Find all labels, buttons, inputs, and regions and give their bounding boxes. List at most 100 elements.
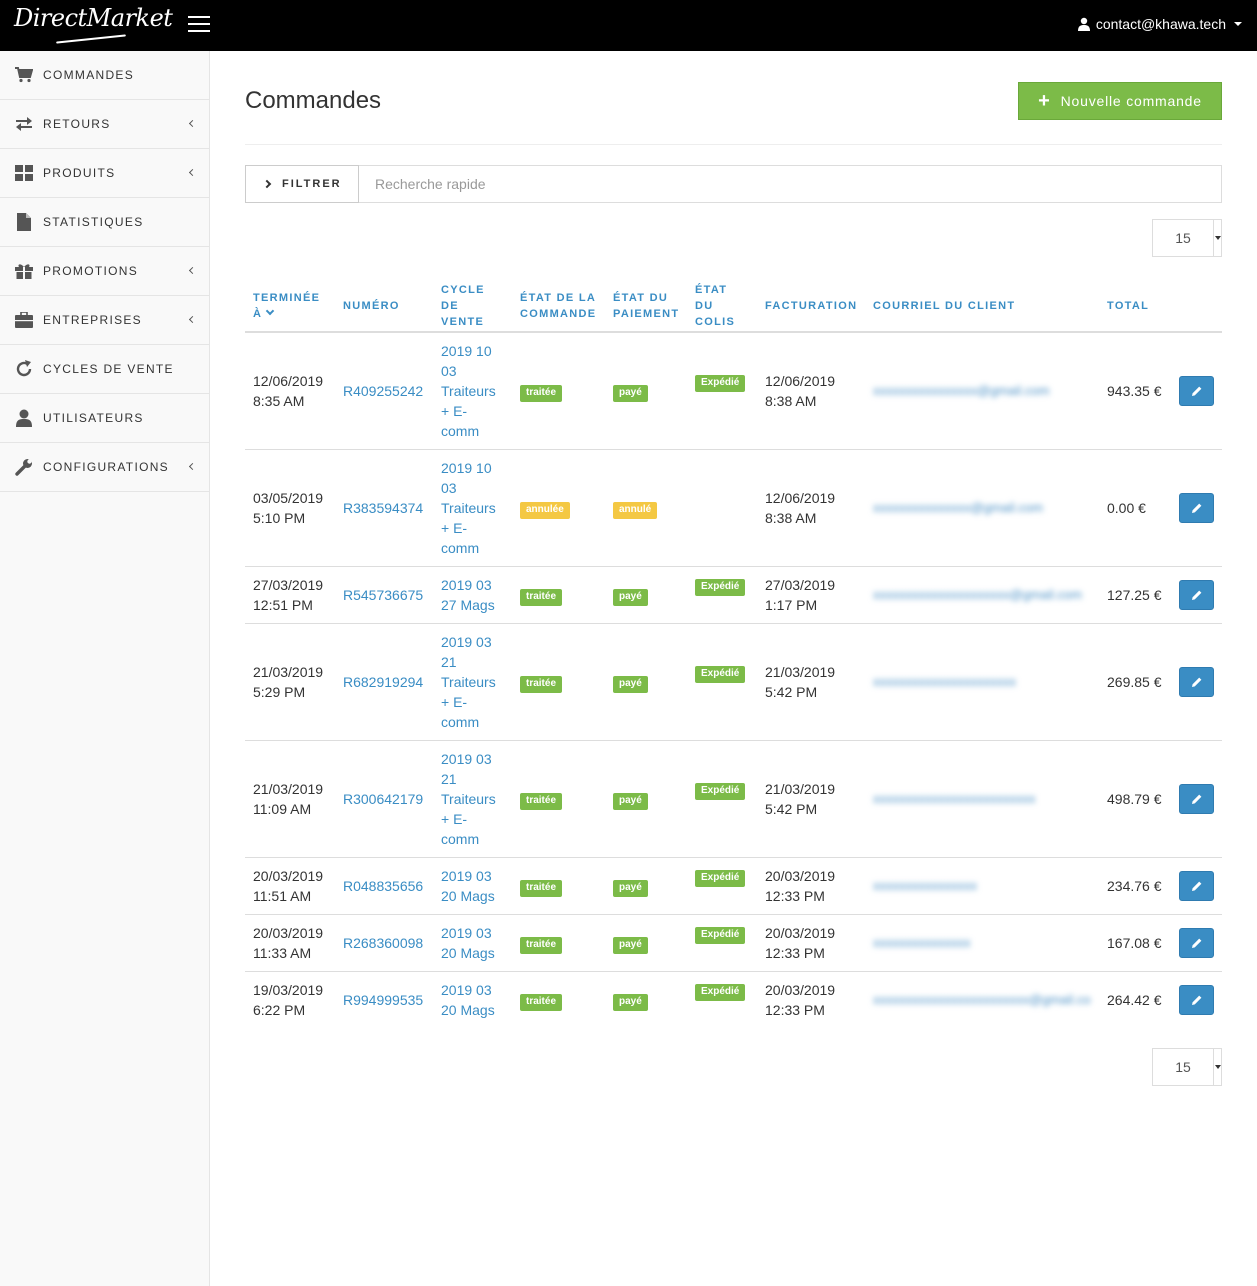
date-text: 19/03/2019 bbox=[253, 981, 324, 998]
cell-courriel: xxxxxxxxxxxxxxxx bbox=[865, 857, 1099, 915]
payment-badge: payé bbox=[613, 993, 648, 1011]
date-text: 27/03/2019 bbox=[253, 576, 324, 593]
cycle-link[interactable]: 2019 03 20 Mags bbox=[441, 982, 495, 1018]
col-header-etat-commande[interactable]: ÉTAT DE LA COMMANDE bbox=[512, 281, 605, 333]
filter-button[interactable]: FILTRER bbox=[245, 165, 359, 203]
status-badge: traitée bbox=[520, 879, 563, 897]
col-header-numero[interactable]: NUMÉRO bbox=[335, 281, 433, 333]
cell-cycle: 2019 10 03 Traiteurs + E-comm bbox=[433, 449, 512, 567]
order-number-link[interactable]: R048835656 bbox=[343, 878, 423, 894]
order-number-link[interactable]: R994999535 bbox=[343, 992, 423, 1008]
order-number-link[interactable]: R268360098 bbox=[343, 935, 423, 951]
col-header-courriel[interactable]: COURRIEL DU CLIENT bbox=[865, 281, 1099, 333]
sidebar-item-label: RETOURS bbox=[43, 117, 111, 131]
edit-button[interactable] bbox=[1179, 984, 1214, 1015]
order-number-link[interactable]: R383594374 bbox=[343, 500, 423, 516]
cell-numero: R383594374 bbox=[335, 449, 433, 567]
table-row[interactable]: 03/05/2019 5:10 PM R383594374 2019 10 03 … bbox=[245, 449, 1222, 567]
edit-button[interactable] bbox=[1179, 492, 1214, 523]
table-row[interactable]: 27/03/2019 12:51 PM R545736675 2019 03 27… bbox=[245, 566, 1222, 624]
time-text: 6:22 PM bbox=[253, 1001, 306, 1018]
col-header-terminee[interactable]: TERMINÉE À bbox=[245, 281, 335, 333]
sidebar-item-promotions[interactable]: PROMOTIONS bbox=[0, 247, 209, 296]
cell-actions bbox=[1171, 971, 1222, 1028]
brand-logo[interactable]: DirectMarket bbox=[14, 4, 173, 32]
cell-etat-paiement: payé bbox=[605, 740, 687, 858]
cycle-link[interactable]: 2019 10 03 Traiteurs + E-comm bbox=[441, 343, 496, 439]
user-icon bbox=[1077, 17, 1090, 31]
sidebar-item-label: PROMOTIONS bbox=[43, 264, 139, 278]
cell-actions bbox=[1171, 857, 1222, 915]
page-size-select[interactable]: 15 bbox=[1152, 219, 1222, 257]
cycle-link[interactable]: 2019 03 21 Traiteurs + E-comm bbox=[441, 634, 496, 730]
date-text: 27/03/2019 bbox=[765, 576, 836, 593]
edit-button[interactable] bbox=[1179, 579, 1214, 610]
new-order-button[interactable]: + Nouvelle commande bbox=[1018, 82, 1222, 120]
edit-button[interactable] bbox=[1179, 783, 1214, 814]
order-number-link[interactable]: R409255242 bbox=[343, 383, 423, 399]
order-number-link[interactable]: R682919294 bbox=[343, 674, 423, 690]
cycle-link[interactable]: 2019 10 03 Traiteurs + E-comm bbox=[441, 460, 496, 556]
col-header-facturation[interactable]: FACTURATION bbox=[757, 281, 865, 333]
sidebar-item-cycles-de-vente[interactable]: CYCLES DE VENTE bbox=[0, 345, 209, 394]
grid-icon bbox=[14, 163, 34, 183]
page-size-select-bottom[interactable]: 15 bbox=[1152, 1048, 1222, 1086]
sidebar-item-utilisateurs[interactable]: UTILISATEURS bbox=[0, 394, 209, 443]
cart-icon bbox=[14, 65, 34, 85]
sidebar-item-label: CONFIGURATIONS bbox=[43, 460, 169, 474]
col-header-etat-paiement[interactable]: ÉTAT DU PAIEMENT bbox=[605, 281, 687, 333]
wrench-icon bbox=[14, 457, 34, 477]
cell-etat-commande: traitée bbox=[512, 740, 605, 858]
cell-etat-commande: traitée bbox=[512, 971, 605, 1028]
logo-swoosh bbox=[56, 34, 126, 44]
cycle-link[interactable]: 2019 03 27 Mags bbox=[441, 577, 495, 613]
table-row[interactable]: 12/06/2019 8:35 AM R409255242 2019 10 03 … bbox=[245, 332, 1222, 450]
cell-total: 0.00 € bbox=[1099, 449, 1171, 567]
edit-button[interactable] bbox=[1179, 927, 1214, 958]
cycle-link[interactable]: 2019 03 20 Mags bbox=[441, 925, 495, 961]
date-text: 12/06/2019 bbox=[765, 489, 836, 506]
col-header-etat-colis[interactable]: ÉTAT DU COLIS bbox=[687, 281, 757, 333]
sidebar-item-entreprises[interactable]: ENTREPRISES bbox=[0, 296, 209, 345]
table-row[interactable]: 19/03/2019 6:22 PM R994999535 2019 03 20 … bbox=[245, 971, 1222, 1028]
page-title: Commandes bbox=[245, 87, 382, 114]
table-row[interactable]: 21/03/2019 5:29 PM R682919294 2019 03 21 … bbox=[245, 623, 1222, 741]
col-header-total[interactable]: TOTAL bbox=[1099, 281, 1171, 333]
cycle-link[interactable]: 2019 03 21 Traiteurs + E-comm bbox=[441, 751, 496, 847]
table-header-row: TERMINÉE À NUMÉRO CYCLE DE VENTE ÉTAT DE… bbox=[245, 281, 1222, 333]
filter-bar: FILTRER bbox=[245, 165, 1222, 203]
table-row[interactable]: 20/03/2019 11:33 AM R268360098 2019 03 20… bbox=[245, 914, 1222, 972]
sidebar-item-retours[interactable]: RETOURS bbox=[0, 100, 209, 149]
order-number-link[interactable]: R300642179 bbox=[343, 791, 423, 807]
col-header-cycle[interactable]: CYCLE DE VENTE bbox=[433, 281, 512, 333]
gift-icon bbox=[14, 261, 34, 281]
table-row[interactable]: 20/03/2019 11:51 AM R048835656 2019 03 20… bbox=[245, 857, 1222, 915]
cell-total: 167.08 € bbox=[1099, 914, 1171, 972]
payment-badge: payé bbox=[613, 588, 648, 606]
sidebar-item-configurations[interactable]: CONFIGURATIONS bbox=[0, 443, 209, 492]
payment-badge: payé bbox=[613, 792, 648, 810]
pencil-icon bbox=[1191, 386, 1201, 396]
payment-badge: payé bbox=[613, 675, 648, 693]
client-email: xxxxxxxxxxxxxxx@gmail.com bbox=[873, 499, 1043, 515]
order-number-link[interactable]: R545736675 bbox=[343, 587, 423, 603]
sidebar-item-produits[interactable]: PRODUITS bbox=[0, 149, 209, 198]
sidebar-item-commandes[interactable]: COMMANDES bbox=[0, 51, 209, 100]
cell-etat-paiement: payé bbox=[605, 971, 687, 1028]
time-text: 11:09 AM bbox=[253, 800, 312, 817]
quick-search-input[interactable] bbox=[359, 166, 1221, 202]
hamburger-menu-icon[interactable] bbox=[188, 16, 210, 32]
pencil-icon bbox=[1191, 938, 1201, 948]
user-menu[interactable]: contact@khawa.tech bbox=[1077, 16, 1242, 32]
edit-button[interactable] bbox=[1179, 666, 1214, 697]
edit-button[interactable] bbox=[1179, 375, 1214, 406]
cell-actions bbox=[1171, 449, 1222, 567]
pencil-icon bbox=[1191, 503, 1201, 513]
client-email: xxxxxxxxxxxxxxxxxxxxx@gmail.com bbox=[873, 586, 1082, 602]
cell-actions bbox=[1171, 623, 1222, 741]
edit-button[interactable] bbox=[1179, 870, 1214, 901]
sidebar-item-statistiques[interactable]: STATISTIQUES bbox=[0, 198, 209, 247]
payment-badge: payé bbox=[613, 879, 648, 897]
table-row[interactable]: 21/03/2019 11:09 AM R300642179 2019 03 21… bbox=[245, 740, 1222, 858]
cycle-link[interactable]: 2019 03 20 Mags bbox=[441, 868, 495, 904]
